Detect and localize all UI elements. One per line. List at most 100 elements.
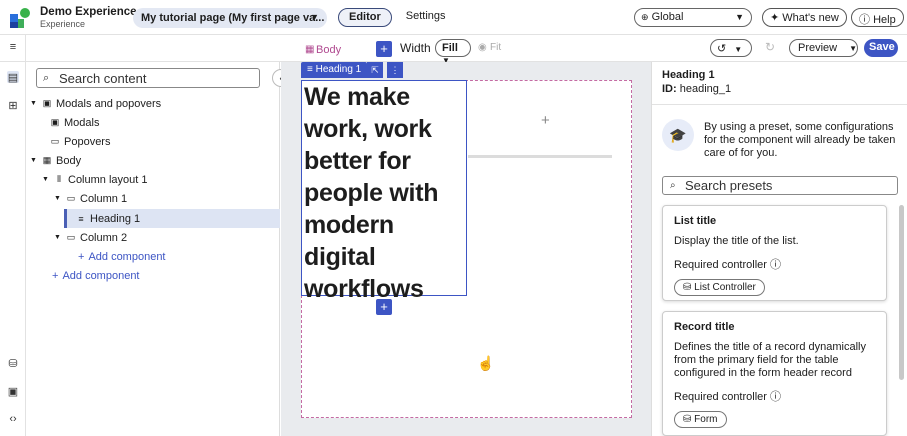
required-label: Required controller xyxy=(674,391,767,403)
top-bar: Demo Experience Experience My tutorial p… xyxy=(0,0,907,35)
body-icon: ▦ xyxy=(42,155,52,165)
tree-node-column-2[interactable]: ▼ ▭ Column 2 xyxy=(54,228,127,247)
search-presets-input[interactable]: ⌕ Search presets xyxy=(662,176,898,195)
heading-icon: ≡ xyxy=(78,213,84,224)
body-icon: ▦ xyxy=(305,44,315,55)
required-controller: Required controller ⓘ xyxy=(674,256,875,272)
add-component-button[interactable]: + xyxy=(376,41,392,57)
plus-icon[interactable]: + xyxy=(541,112,550,129)
chevron-down-icon: ▼ xyxy=(54,195,61,202)
heading-text: We make work, work better for people wit… xyxy=(304,83,439,303)
menu-icon[interactable]: ≡ xyxy=(7,41,19,53)
heading-component[interactable]: We make work, work better for people wit… xyxy=(301,80,467,303)
controller-chip-label: Form xyxy=(694,414,718,425)
preview-label: Preview xyxy=(798,42,838,54)
preset-hint-text: By using a preset, some configurations f… xyxy=(704,121,896,159)
page-selector[interactable]: My tutorial page (My first page va... ▼ xyxy=(133,8,327,28)
component-tag[interactable]: ≡ Heading 1 xyxy=(301,62,368,78)
undo-button[interactable]: ↺ ▼ xyxy=(710,39,752,57)
data-resources-icon[interactable]: ⛁ xyxy=(7,357,19,370)
chevron-down-icon: ▼ xyxy=(310,12,319,22)
heading-icon: ≡ xyxy=(307,64,313,75)
app-logo-icon xyxy=(10,8,30,28)
page-content-icon[interactable]: ▤ xyxy=(7,71,19,84)
column-layout-icon: ⫴ xyxy=(57,174,61,184)
page-selector-label: My tutorial page (My first page va... xyxy=(141,12,325,24)
width-select[interactable]: Fill ▼ xyxy=(435,39,471,65)
save-button[interactable]: Save xyxy=(864,39,898,57)
plus-icon: + xyxy=(52,269,59,282)
tab-settings[interactable]: Settings xyxy=(396,8,456,27)
undo-icon: ↺ xyxy=(717,43,727,55)
preset-card-record-title[interactable]: Record title Defines the title of a reco… xyxy=(662,311,887,436)
add-component-label: Add component xyxy=(88,250,166,263)
help-icon: ⓘ xyxy=(859,14,870,26)
breadcrumb-body[interactable]: Body xyxy=(316,44,341,56)
code-icon[interactable]: ‹› xyxy=(7,413,19,425)
preset-title: Record title xyxy=(674,321,735,333)
redo-icon[interactable]: ↻ xyxy=(765,40,775,54)
scope-select[interactable]: ⊕ Global ▼ xyxy=(634,8,752,27)
component-id: ID: heading_1 xyxy=(662,83,898,95)
whats-new-button[interactable]: ✦ What's new xyxy=(762,8,847,27)
client-state-icon[interactable]: ▣ xyxy=(7,385,19,398)
tree-node-column-layout[interactable]: ▼ ⫴ Column layout 1 xyxy=(42,170,148,189)
tab-editor[interactable]: Editor xyxy=(338,8,392,27)
chevron-down-icon: ▼ xyxy=(849,44,858,53)
database-icon: ⛁ xyxy=(683,282,692,293)
content-tree-panel: ⌕ Search content ‹ ▼▣Modals and popovers… xyxy=(26,62,290,436)
left-rail: ≡ ▤ ⊞ ⛁ ▣ ‹› xyxy=(0,35,26,436)
add-below-button[interactable]: + xyxy=(376,299,392,315)
panel-header: Heading 1 ID: heading_1 xyxy=(652,62,907,105)
tree-node-popovers[interactable]: ▭ Popovers xyxy=(50,132,111,151)
tree-node-modals[interactable]: ▣ Modals xyxy=(50,113,100,132)
search-content-input[interactable]: ⌕ Search content xyxy=(36,68,260,88)
database-icon: ⛁ xyxy=(683,414,692,425)
tree-node-body[interactable]: ▼ ▦ Body xyxy=(30,151,81,170)
help-button[interactable]: ⓘ Help xyxy=(851,8,904,27)
tree-node-label: Popovers xyxy=(64,135,111,148)
required-controller: Required controller ⓘ xyxy=(674,388,875,404)
controller-chip-label: List Controller xyxy=(694,282,756,293)
more-options-icon[interactable]: ⋮ xyxy=(387,62,403,78)
add-component-link[interactable]: + Add component xyxy=(52,266,140,285)
app-subtitle: Experience xyxy=(40,19,86,29)
preset-title: List title xyxy=(674,215,717,227)
id-value: heading_1 xyxy=(679,83,732,95)
tree-node-modals-popovers[interactable]: ▼ ▣ Modals and popovers xyxy=(30,94,161,113)
controller-chip: ⛁ List Controller xyxy=(674,279,765,296)
tree-node-label: Column 1 xyxy=(80,192,128,205)
chevron-down-icon: ▼ xyxy=(735,12,744,22)
panel-scrollbar[interactable] xyxy=(899,205,904,380)
info-icon: ⓘ xyxy=(770,259,781,271)
column-2-dropzone[interactable] xyxy=(468,80,612,158)
hand-cursor-icon: ☝ xyxy=(477,355,495,371)
tree-node-heading-1[interactable]: ≡ Heading 1 xyxy=(76,209,140,228)
preview-button[interactable]: Preview ▼ xyxy=(789,39,858,57)
fit-toggle-icon[interactable]: ◉ xyxy=(478,42,487,53)
id-label: ID: xyxy=(662,83,677,95)
preset-hint: 🎓 By using a preset, some configurations… xyxy=(662,119,898,160)
modal-icon: ▣ xyxy=(42,98,52,108)
tree-node-label: Body xyxy=(56,154,82,167)
chevron-down-icon: ▼ xyxy=(30,100,37,107)
chevron-down-icon: ▼ xyxy=(734,45,743,54)
search-placeholder: Search content xyxy=(59,71,147,86)
components-icon[interactable]: ⊞ xyxy=(7,99,19,112)
component-tag-label: Heading 1 xyxy=(315,64,362,75)
preset-card-list-title[interactable]: List title Display the title of the list… xyxy=(662,205,887,301)
add-component-link[interactable]: + Add component xyxy=(78,247,166,266)
modal-icon: ▣ xyxy=(50,117,60,127)
width-label: Width xyxy=(400,41,431,55)
popover-icon: ▭ xyxy=(50,136,60,146)
scope-value: Global xyxy=(651,11,684,23)
chevron-down-icon: ▼ xyxy=(30,157,37,164)
search-icon: ⌕ xyxy=(43,72,50,84)
parent-select-icon[interactable]: ⇱ xyxy=(367,62,383,78)
tree-node-column-1[interactable]: ▼ ▭ Column 1 xyxy=(54,189,127,208)
chevron-down-icon: ▼ xyxy=(54,234,61,241)
app-name: Demo Experience xyxy=(40,6,137,18)
required-label: Required controller xyxy=(674,259,767,271)
search-icon: ⌕ xyxy=(670,180,676,191)
preset-desc: Display the title of the list. xyxy=(674,235,799,247)
